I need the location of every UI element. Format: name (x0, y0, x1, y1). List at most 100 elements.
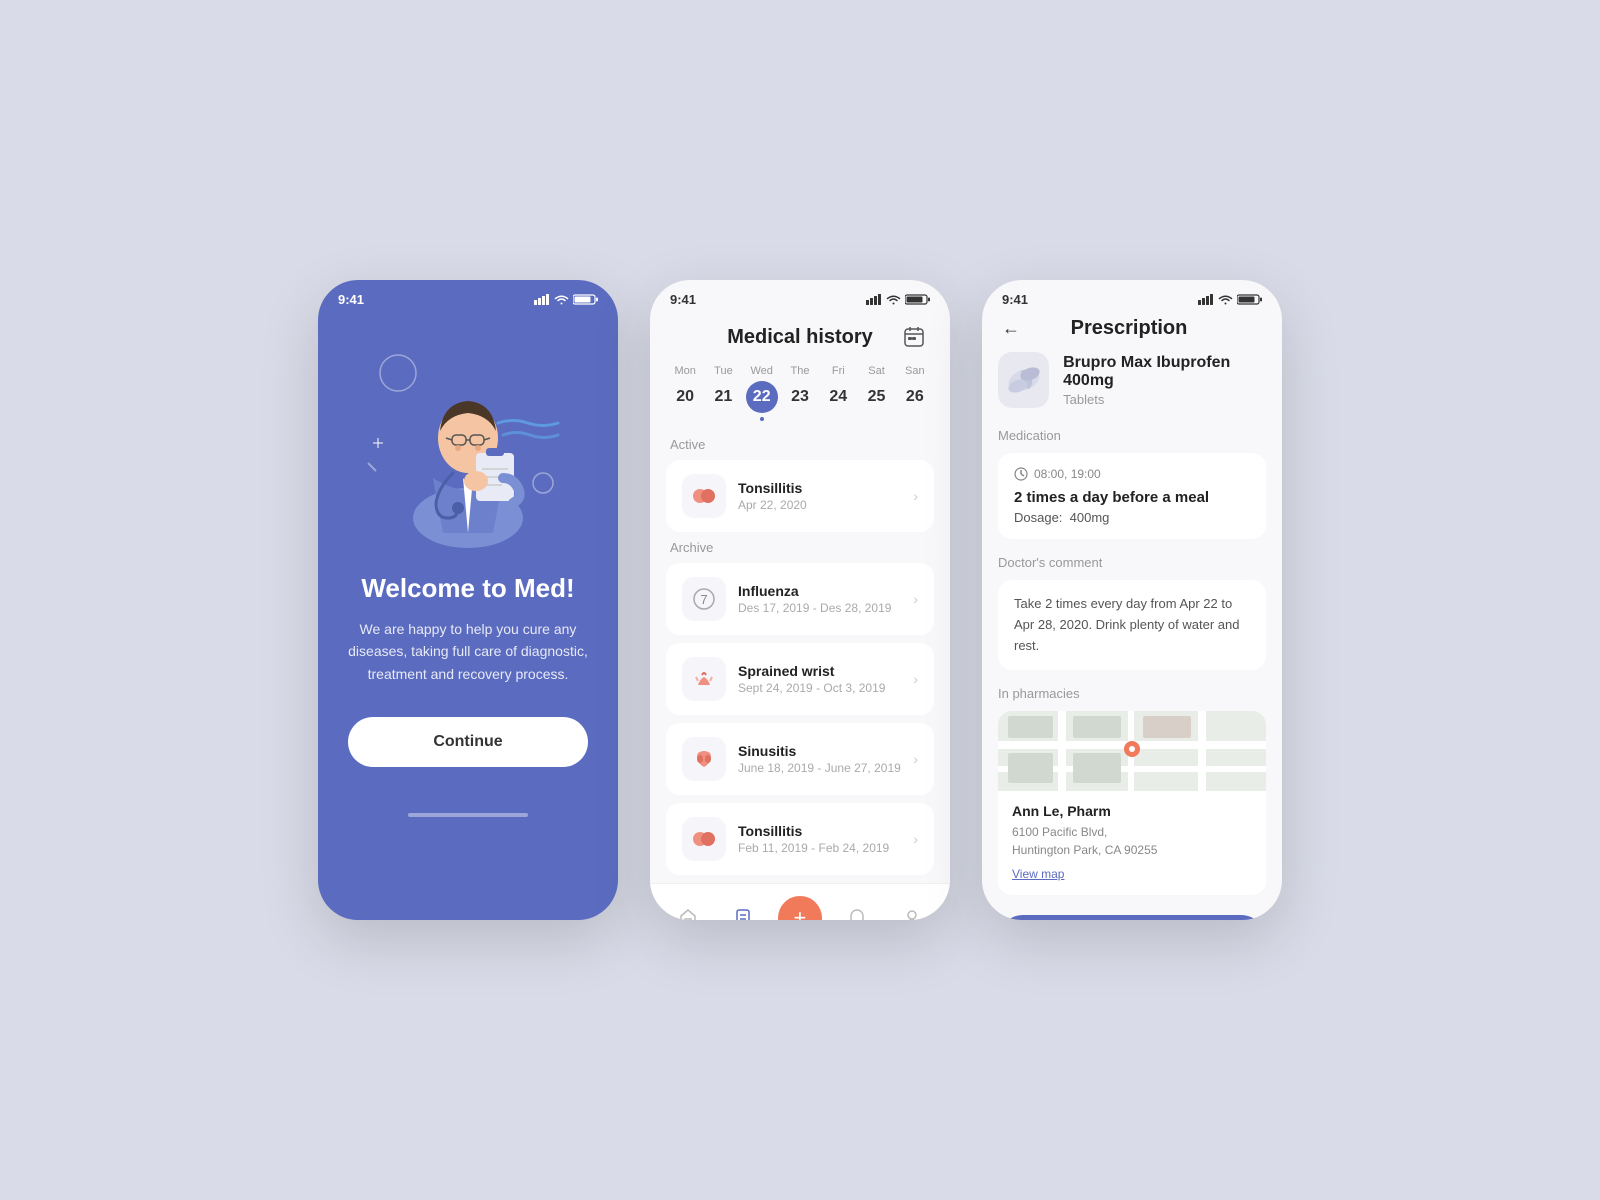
signal-icon (534, 294, 550, 305)
tonsillitis-icon-archive (682, 817, 726, 861)
chevron-icon-influenza: › (913, 591, 918, 607)
calendar-strip: Mon 20 Tue 21 Wed 22 The 23 Fri 24 Sat (650, 365, 950, 437)
cal-day-name-mon: Mon (674, 365, 695, 377)
illness-name-sinusitis: Sinusitis (738, 743, 901, 759)
pharmacy-card: Ann Le, Pharm 6100 Pacific Blvd,Huntingt… (998, 711, 1266, 895)
medication-info-card: 08:00, 19:00 2 times a day before a meal… (998, 453, 1266, 539)
sprained-wrist-illustration (690, 665, 718, 693)
medication-name: Brupro Max Ibuprofen 400mg (1063, 354, 1266, 390)
illness-info-tonsillitis-archive: Tonsillitis Feb 11, 2019 - Feb 24, 2019 (738, 823, 901, 855)
dosage-label: Dosage: (1014, 510, 1062, 525)
sprained-wrist-icon (682, 657, 726, 701)
doctor-illustration (358, 333, 578, 553)
history-header: Medical history (650, 313, 950, 365)
medication-type: Tablets (1063, 392, 1266, 407)
cal-day-fri[interactable]: Fri 24 (822, 365, 854, 421)
phone-history: 9:41 (650, 280, 950, 920)
nav-notifications[interactable] (837, 898, 877, 920)
chevron-icon-tonsillitis-archive: › (913, 831, 918, 847)
cal-day-name-fri: Fri (832, 365, 845, 377)
clock-icon (1014, 467, 1028, 481)
time-2: 9:41 (670, 292, 696, 307)
status-bar-1: 9:41 (318, 280, 618, 313)
prescription-title: Prescription (1020, 317, 1238, 340)
cal-day-name-sun: San (905, 365, 925, 377)
dosage-value: 400mg (1070, 510, 1110, 525)
welcome-content: Welcome to Med! We are happy to help you… (318, 313, 618, 797)
signal-icon-2 (866, 294, 882, 305)
cal-day-tue[interactable]: Tue 21 (707, 365, 739, 421)
illness-card-sprained-wrist[interactable]: Sprained wrist Sept 24, 2019 - Oct 3, 20… (666, 643, 934, 715)
doctors-comment-label: Doctor's comment (998, 555, 1266, 570)
illness-name-sprained-wrist: Sprained wrist (738, 663, 901, 679)
sinusitis-illustration (690, 745, 718, 773)
nav-home[interactable] (668, 898, 708, 920)
welcome-title: Welcome to Med! (361, 573, 574, 604)
active-label: Active (666, 437, 934, 452)
illness-card-influenza[interactable]: 7 Influenza Des 17, 2019 - Des 28, 2019 … (666, 563, 934, 635)
bottom-nav: + (650, 883, 950, 920)
medication-header: Brupro Max Ibuprofen 400mg Tablets (998, 352, 1266, 408)
nav-add[interactable]: + (778, 896, 822, 920)
history-title: Medical history (702, 326, 898, 349)
illness-name-tonsillitis-archive: Tonsillitis (738, 823, 901, 839)
influenza-illustration: 7 (690, 585, 718, 613)
cal-day-num-fri: 24 (822, 381, 854, 413)
wifi-icon (554, 294, 569, 305)
back-button[interactable]: ← (1002, 318, 1020, 339)
cal-day-wed[interactable]: Wed 22 (746, 365, 778, 421)
cal-day-name-thu: The (791, 365, 810, 377)
status-icons-2 (866, 294, 930, 305)
nav-profile[interactable] (892, 898, 932, 920)
cal-day-num-sat: 25 (861, 381, 893, 413)
chevron-icon-sinusitis: › (913, 751, 918, 767)
illness-card-tonsillitis-archive[interactable]: Tonsillitis Feb 11, 2019 - Feb 24, 2019 … (666, 803, 934, 875)
cal-day-sat[interactable]: Sat 25 (861, 365, 893, 421)
order-medicine-button[interactable]: Order medicine (998, 915, 1266, 920)
battery-icon (573, 294, 598, 305)
influenza-icon: 7 (682, 577, 726, 621)
status-bar-3: 9:41 (982, 280, 1282, 313)
medication-time-text: 08:00, 19:00 (1034, 467, 1101, 481)
tonsillitis-archive-illustration (690, 825, 718, 853)
continue-button[interactable]: Continue (348, 717, 588, 767)
history-nav-icon (733, 908, 753, 920)
cal-day-mon[interactable]: Mon 20 (669, 365, 701, 421)
in-pharmacies-label: In pharmacies (998, 686, 1266, 701)
sinusitis-icon (682, 737, 726, 781)
illness-date-sprained-wrist: Sept 24, 2019 - Oct 3, 2019 (738, 681, 901, 695)
nav-history[interactable] (723, 898, 763, 920)
illness-info-sinusitis: Sinusitis June 18, 2019 - June 27, 2019 (738, 743, 901, 775)
home-indicator-1 (408, 813, 528, 817)
pharmacy-details: Ann Le, Pharm 6100 Pacific Blvd,Huntingt… (998, 791, 1266, 895)
phone-welcome: 9:41 (318, 280, 618, 920)
wifi-icon-3 (1218, 294, 1233, 305)
cal-day-name-tue: Tue (714, 365, 733, 377)
cal-day-name-wed: Wed (750, 365, 772, 377)
map-svg (998, 711, 1266, 791)
chevron-icon-sprained-wrist: › (913, 671, 918, 687)
welcome-subtitle: We are happy to help you cure any diseas… (348, 618, 588, 685)
cal-day-num-wed: 22 (746, 381, 778, 413)
signal-icon-3 (1198, 294, 1214, 305)
profile-nav-icon (902, 908, 922, 920)
status-icons-1 (534, 294, 598, 305)
illness-card-sinusitis[interactable]: Sinusitis June 18, 2019 - June 27, 2019 … (666, 723, 934, 795)
illness-info-influenza: Influenza Des 17, 2019 - Des 28, 2019 (738, 583, 901, 615)
pharmacy-address: 6100 Pacific Blvd,Huntington Park, CA 90… (1012, 823, 1252, 859)
calendar-icon-btn[interactable] (898, 321, 930, 353)
prescription-header: ← Prescription (982, 313, 1282, 352)
doctor-comment-card: Take 2 times every day from Apr 22 to Ap… (998, 580, 1266, 670)
cal-day-sun[interactable]: San 26 (899, 365, 931, 421)
pharmacy-map[interactable] (998, 711, 1266, 791)
illness-card-tonsillitis-active[interactable]: Tonsillitis Apr 22, 2020 › (666, 460, 934, 532)
cal-day-num-thu: 23 (784, 381, 816, 413)
view-map-link[interactable]: View map (1012, 867, 1064, 881)
medication-frequency: 2 times a day before a meal (1014, 489, 1250, 506)
cal-dot-wed (760, 417, 764, 421)
cal-day-num-mon: 20 (669, 381, 701, 413)
svg-text:7: 7 (700, 592, 707, 607)
illness-date-tonsillitis-archive: Feb 11, 2019 - Feb 24, 2019 (738, 841, 901, 855)
battery-icon-3 (1237, 294, 1262, 305)
cal-day-thu[interactable]: The 23 (784, 365, 816, 421)
